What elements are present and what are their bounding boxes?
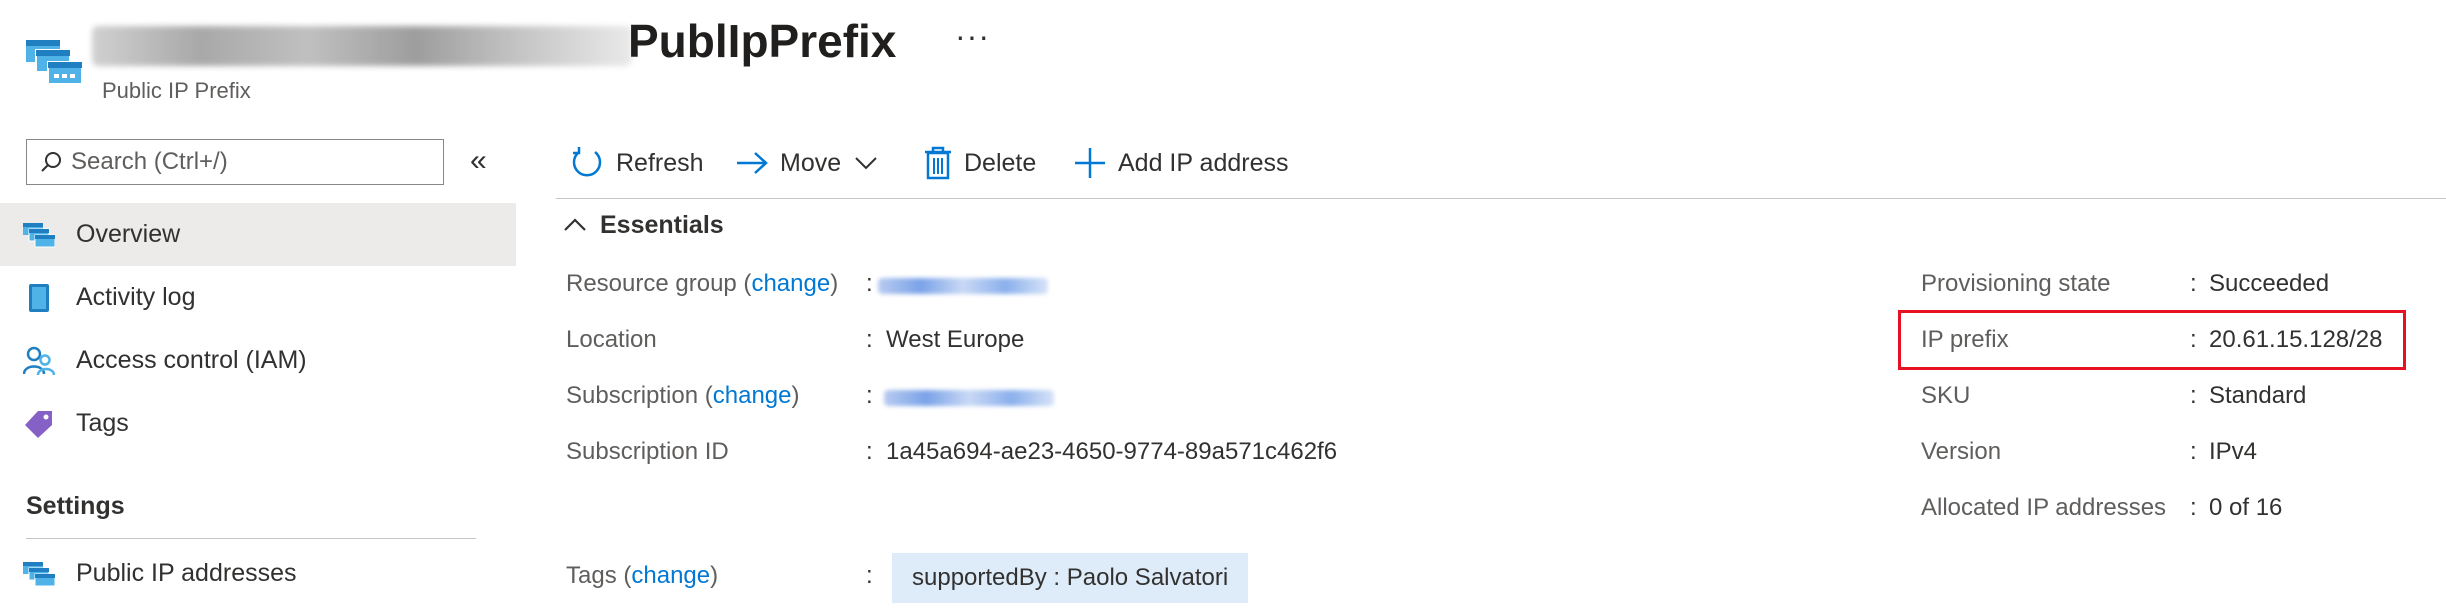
sidebar-item-overview[interactable]: Overview	[0, 203, 516, 266]
location-value: West Europe	[886, 326, 1025, 353]
public-ip-prefix-icon	[26, 34, 84, 86]
resource-name-redacted	[92, 26, 632, 66]
tags-change-link[interactable]: change	[631, 562, 710, 589]
subscription-text: Subscription	[566, 382, 699, 409]
tag-icon	[22, 407, 56, 441]
colon: :	[866, 562, 873, 589]
essentials-header: Essentials	[600, 210, 724, 239]
colon: :	[2190, 382, 2197, 409]
colon: :	[2190, 438, 2197, 465]
page-title: PublIpPrefix	[628, 15, 897, 67]
search-input[interactable]	[71, 148, 431, 176]
refresh-button[interactable]: Refresh	[570, 140, 704, 186]
resource-group-text: Resource group	[566, 270, 737, 297]
subscription-id-label: Subscription ID	[566, 438, 729, 465]
allocated-ip-label: Allocated IP addresses	[1921, 494, 2167, 521]
subscription-label: Subscription (change)	[566, 382, 800, 409]
ip-prefix-highlight-box	[1898, 310, 2406, 370]
move-button[interactable]: Move	[736, 140, 877, 186]
colon: :	[866, 438, 873, 465]
colon: :	[866, 382, 873, 409]
version-value: IPv4	[2209, 438, 2258, 465]
sku-value: Standard	[2209, 382, 2307, 409]
chevron-down-icon	[855, 157, 877, 170]
colon: :	[866, 270, 873, 297]
sidebar-item-label: Public IP addresses	[76, 559, 297, 587]
delete-button[interactable]: Delete	[924, 140, 1036, 186]
resource-type-subtitle: Public IP Prefix	[102, 78, 251, 103]
colon: :	[866, 326, 873, 353]
refresh-icon	[572, 147, 602, 177]
search-icon	[41, 152, 61, 172]
toolbar-divider	[556, 198, 2446, 199]
resource-group-change-link[interactable]: change	[751, 270, 830, 297]
activity-log-icon	[22, 281, 56, 315]
settings-section-header: Settings	[26, 492, 125, 520]
sidebar-item-label: Overview	[76, 220, 181, 248]
sidebar-item-tags[interactable]: Tags	[0, 392, 516, 455]
more-options-button[interactable]: ···	[955, 18, 990, 55]
move-label: Move	[780, 148, 842, 177]
public-ip-icon	[22, 557, 56, 591]
provisioning-state-label: Provisioning state	[1921, 270, 2111, 297]
subscription-change-link[interactable]: change	[713, 382, 792, 409]
sidebar-item-label: Activity log	[76, 283, 196, 311]
plus-icon	[1075, 148, 1105, 178]
location-label: Location	[566, 326, 657, 353]
settings-divider	[26, 538, 476, 539]
overview-icon	[22, 218, 56, 252]
iam-icon	[22, 344, 56, 378]
sidebar-item-iam[interactable]: Access control (IAM)	[0, 329, 516, 392]
tag-pill: supportedBy : Paolo Salvatori	[892, 553, 1249, 603]
collapse-sidebar-button[interactable]: «	[470, 144, 487, 178]
sidebar-search[interactable]	[26, 139, 444, 185]
subscription-id-value: 1a45a694-ae23-4650-9774-89a571c462f6	[886, 438, 1338, 465]
sidebar-item-label: Tags	[76, 409, 129, 437]
tags-label: Tags (change)	[566, 562, 719, 589]
refresh-label: Refresh	[616, 148, 704, 177]
sidebar-item-public-ip-addresses[interactable]: Public IP addresses	[0, 542, 516, 605]
subscription-value-link[interactable]	[884, 390, 1054, 406]
arrow-right-icon	[737, 152, 768, 174]
delete-label: Delete	[964, 148, 1037, 177]
resource-group-value-link[interactable]	[878, 278, 1048, 294]
tags-text: Tags	[566, 562, 617, 589]
provisioning-state-value: Succeeded	[2209, 270, 2330, 297]
add-ip-label: Add IP address	[1118, 148, 1289, 177]
trash-icon	[925, 146, 951, 180]
allocated-ip-value: 0 of 16	[2209, 494, 2283, 521]
colon: :	[2190, 494, 2197, 521]
version-label: Version	[1921, 438, 2002, 465]
add-ip-address-button[interactable]: Add IP address	[1074, 140, 1288, 186]
sidebar-item-label: Access control (IAM)	[76, 346, 307, 374]
sku-label: SKU	[1921, 382, 1971, 409]
colon: :	[2190, 270, 2197, 297]
resource-group-label: Resource group (change)	[566, 270, 839, 297]
sidebar-item-activity-log[interactable]: Activity log	[0, 266, 516, 329]
chevron-up-icon	[564, 218, 586, 231]
essentials-toggle[interactable]: Essentials	[564, 210, 724, 240]
